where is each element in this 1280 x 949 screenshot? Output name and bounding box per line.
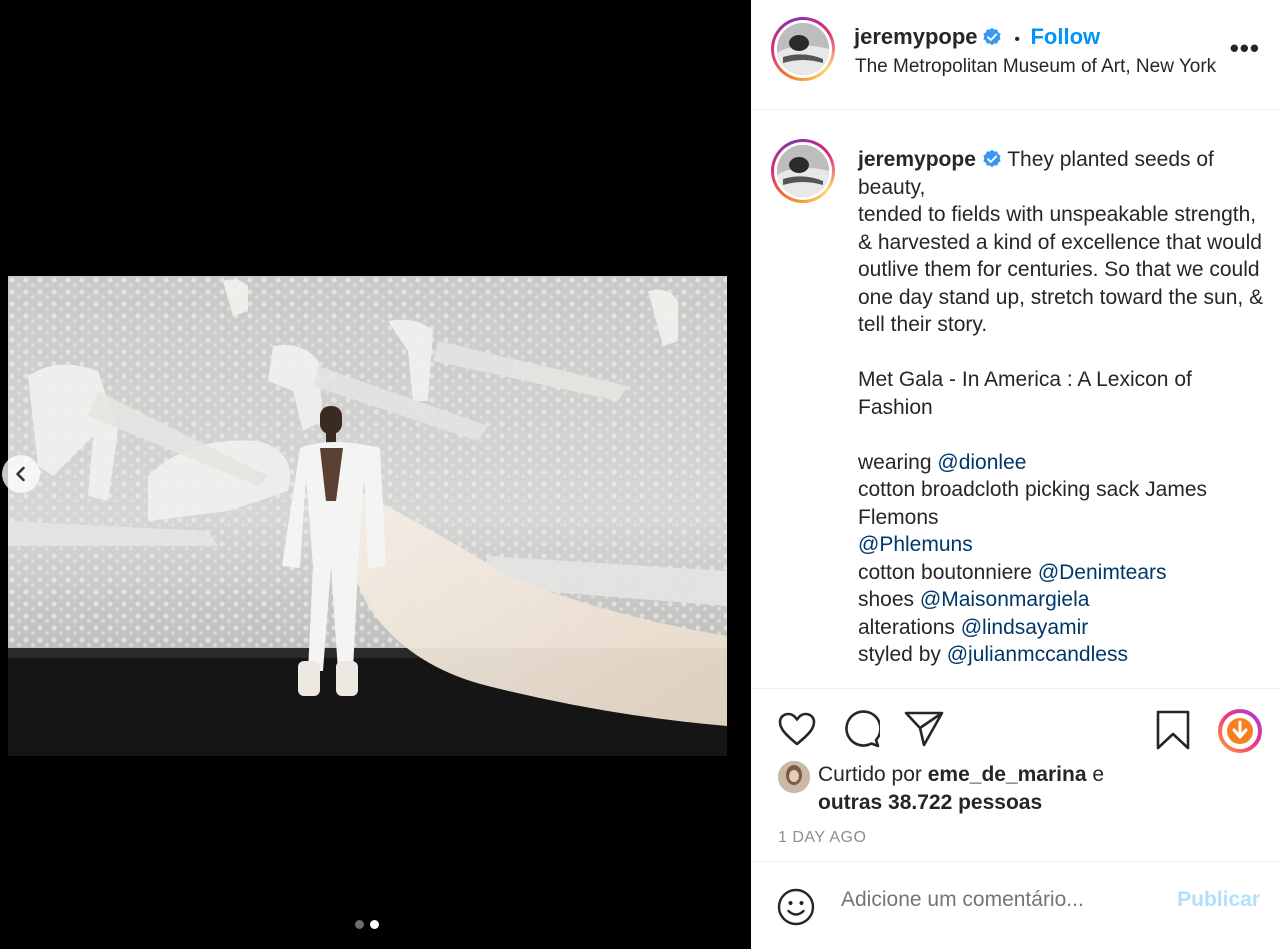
liker-avatar[interactable]: [778, 761, 810, 793]
verified-badge-icon: [983, 27, 1001, 46]
caption-author-avatar-image: [777, 145, 829, 197]
mention-link[interactable]: @Maisonmargiela: [920, 588, 1090, 611]
post-photo[interactable]: [8, 276, 727, 756]
download-icon: [1218, 709, 1262, 753]
mention-link[interactable]: @dionlee: [937, 451, 1026, 474]
caption-line: shoes: [858, 588, 915, 611]
caption-area: jeremypope They planted seeds of beauty,…: [751, 110, 1280, 688]
comment-bubble-icon: [845, 710, 880, 748]
post-media-panel: [0, 0, 751, 949]
caption-line: styled by: [858, 643, 941, 666]
bookmark-icon: [1156, 710, 1190, 750]
comment-input[interactable]: [841, 888, 1161, 912]
post-actions: Curtido por eme_de_marina e outras 38.72…: [751, 688, 1280, 948]
caption-line: & harvested a kind of excellence that wo…: [858, 230, 1264, 337]
separator-dot: •: [1014, 31, 1021, 48]
carousel-prev-button[interactable]: [2, 455, 40, 493]
carousel-dot: [355, 920, 364, 929]
smiley-icon: [777, 888, 815, 926]
paper-plane-icon: [904, 711, 944, 747]
post-side-panel: jeremypope • Follow The Metropolitan Mus…: [751, 0, 1280, 949]
caption-line: wearing: [858, 450, 932, 474]
carousel-dot-active: [370, 920, 379, 929]
liked-by-user[interactable]: eme_de_marina: [928, 763, 1087, 786]
save-button[interactable]: [1153, 709, 1193, 751]
caption-line: Met Gala - In America : A Lexicon of Fas…: [858, 368, 1192, 419]
heart-icon: [778, 712, 816, 746]
author-avatar[interactable]: [771, 17, 835, 81]
post-header: jeremypope • Follow The Metropolitan Mus…: [751, 0, 1280, 110]
carousel-indicator: [355, 920, 379, 929]
follow-button[interactable]: Follow: [1030, 24, 1100, 49]
caption-line: cotton broadcloth picking sack James Fle…: [858, 478, 1208, 529]
chevron-left-icon: [16, 466, 25, 482]
verified-badge-icon: [983, 149, 1001, 168]
more-options-button[interactable]: •••: [1230, 35, 1260, 61]
author-avatar-image: [777, 23, 829, 75]
caption-line: tended to fields with unspeakable streng…: [858, 203, 1257, 226]
share-button[interactable]: [904, 709, 944, 749]
post-timestamp[interactable]: 1 DAY AGO: [778, 829, 866, 847]
author-username[interactable]: jeremypope: [854, 24, 978, 49]
caption-author-username[interactable]: jeremypope: [858, 148, 976, 171]
comment-bar: Publicar: [751, 861, 1280, 949]
publish-button[interactable]: Publicar: [1177, 888, 1260, 912]
caption-text: jeremypope They planted seeds of beauty,…: [858, 146, 1268, 669]
emoji-button[interactable]: [777, 888, 815, 926]
liked-by-prefix: Curtido por: [818, 763, 922, 786]
liked-by-connector: e: [1092, 763, 1105, 786]
caption-author-avatar[interactable]: [771, 139, 835, 203]
caption-line: alterations: [858, 615, 955, 639]
mention-link[interactable]: @Denimtears: [1038, 561, 1167, 584]
caption-line: cotton boutonniere: [858, 560, 1032, 584]
likes-summary: Curtido por eme_de_marina e outras 38.72…: [778, 761, 1104, 817]
mention-link[interactable]: @lindsayamir: [961, 616, 1089, 639]
liker-avatar-image: [778, 761, 810, 793]
download-button[interactable]: [1218, 709, 1262, 753]
comment-button[interactable]: [841, 709, 881, 749]
liked-by-others[interactable]: outras 38.722 pessoas: [818, 791, 1042, 814]
like-button[interactable]: [777, 709, 817, 749]
post-location[interactable]: The Metropolitan Museum of Art, New York: [855, 56, 1216, 78]
mention-link[interactable]: @Phlemuns: [858, 533, 973, 556]
mention-link[interactable]: @julianmccandless: [947, 643, 1128, 666]
post-photo-image: [8, 276, 727, 756]
